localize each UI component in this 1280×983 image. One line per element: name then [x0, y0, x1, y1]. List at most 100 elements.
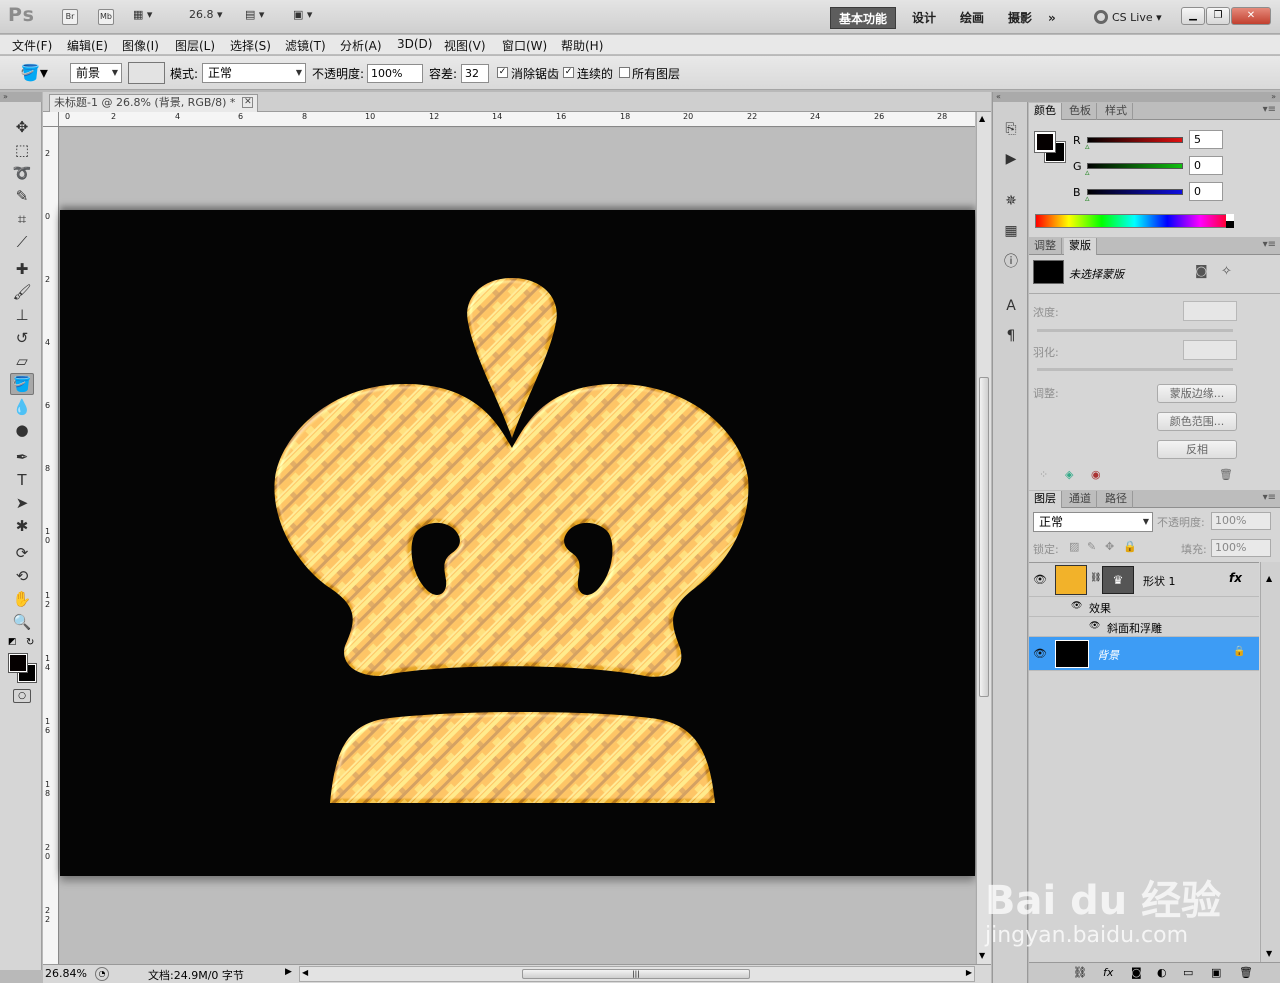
foreground-color-swatch[interactable]	[8, 653, 28, 673]
workspace-essentials[interactable]: 基本功能	[830, 7, 897, 29]
delete-mask-icon[interactable]: 🗑	[1219, 468, 1233, 481]
bevel-eye-icon[interactable]: 👁	[1089, 621, 1100, 631]
feather-input[interactable]	[1183, 340, 1237, 360]
visibility-eye-icon[interactable]: 👁	[1033, 647, 1047, 660]
horizontal-scrollbar[interactable]: ◀ ||| ▶	[299, 966, 975, 982]
horizontal-scroll-thumb[interactable]: |||	[522, 969, 750, 979]
histogram-panel-icon[interactable]: ▦	[1000, 220, 1022, 242]
invert-button[interactable]: 反相	[1157, 440, 1237, 459]
scroll-left-icon[interactable]: ◀	[302, 968, 308, 977]
green-slider-handle-icon[interactable]: ▵	[1085, 168, 1090, 178]
type-tool-icon[interactable]: T	[10, 469, 34, 491]
zoom-tool-icon[interactable]: 🔍	[10, 611, 34, 633]
quick-mask-icon[interactable]: ○	[13, 689, 31, 703]
vertical-scroll-thumb[interactable]	[979, 377, 989, 697]
shape-tool-icon[interactable]: ✱	[10, 515, 34, 537]
layer-fill-input[interactable]: 100%	[1211, 539, 1271, 557]
pattern-picker[interactable]	[128, 62, 165, 84]
workspace-painting[interactable]: 绘画	[952, 7, 992, 29]
workspace-photography[interactable]: 摄影	[1000, 7, 1040, 29]
pen-tool-icon[interactable]: ✒	[10, 446, 34, 468]
screen-mode-dropdown[interactable]: ▣ ▾	[293, 8, 312, 21]
eraser-tool-icon[interactable]: ▱	[10, 350, 34, 372]
layer-row-shape-1[interactable]: 👁 ⛓ ♛ 形状 1 fx	[1029, 563, 1259, 597]
layer-row-background[interactable]: 👁 背景 🔒	[1029, 637, 1259, 671]
masks-panel-menu-icon[interactable]: ▾≡	[1263, 239, 1276, 250]
canvas[interactable]	[60, 128, 975, 964]
tab-adjustments[interactable]: 调整	[1029, 238, 1062, 255]
color-panel-menu-icon[interactable]: ▾≡	[1263, 104, 1276, 115]
actions-panel-icon[interactable]: ▶	[1000, 148, 1022, 170]
vertical-scrollbar[interactable]: ▲ ▼	[976, 112, 991, 964]
add-mask-icon[interactable]: ◙	[1131, 966, 1142, 979]
healing-brush-tool-icon[interactable]: ✚	[10, 258, 34, 280]
3d-orbit-tool-icon[interactable]: ⟲	[10, 565, 34, 587]
menu-edit[interactable]: 编辑(E)	[67, 37, 108, 54]
load-selection-icon[interactable]: ⁘	[1039, 468, 1048, 481]
scroll-up-icon[interactable]: ▲	[979, 114, 985, 123]
menu-view[interactable]: 视图(V)	[444, 37, 486, 54]
workspace-design[interactable]: 设计	[904, 7, 944, 29]
tab-color[interactable]: 颜色	[1029, 103, 1062, 120]
layer-effects-fx-icon[interactable]: fx	[1229, 571, 1242, 585]
menu-select[interactable]: 选择(S)	[230, 37, 271, 54]
layers-panel-menu-icon[interactable]: ▾≡	[1263, 492, 1276, 503]
status-menu-arrow-icon[interactable]: ▶	[285, 967, 292, 977]
default-colors-icon[interactable]: ◩	[8, 637, 17, 647]
dock-collapse-icon[interactable]: «	[993, 92, 1029, 102]
view-extras-dropdown[interactable]: ▦ ▾	[133, 8, 152, 21]
spectrum-black-white-ramp[interactable]	[1226, 214, 1234, 228]
tolerance-input[interactable]: 32	[461, 64, 489, 83]
history-panel-icon[interactable]: ⎘	[1000, 118, 1022, 140]
menu-filter[interactable]: 滤镜(T)	[285, 37, 326, 54]
contiguous-checkbox[interactable]: ✓	[563, 67, 574, 78]
lock-position-icon[interactable]: ✥	[1105, 540, 1114, 553]
menu-window[interactable]: 窗口(W)	[502, 37, 547, 54]
mode-select[interactable]: 正常	[202, 63, 306, 83]
swap-colors-icon[interactable]: ↻	[26, 637, 34, 648]
document-close-icon[interactable]: ✕	[242, 97, 254, 108]
cs-live-dropdown[interactable]: CS Live ▾	[1112, 11, 1162, 24]
fill-source-select[interactable]: 前景	[70, 63, 122, 83]
feather-slider[interactable]	[1037, 368, 1233, 371]
apply-mask-icon[interactable]: ◈	[1065, 468, 1073, 481]
color-spectrum-bar[interactable]	[1035, 214, 1234, 228]
antialias-checkbox[interactable]: ✓	[497, 67, 508, 78]
blue-channel-slider[interactable]	[1087, 189, 1183, 195]
marquee-tool-icon[interactable]: ⬚	[10, 139, 34, 161]
tab-paths[interactable]: 路径	[1100, 491, 1133, 508]
navigator-panel-icon[interactable]: ✵	[1000, 190, 1022, 212]
density-input[interactable]	[1183, 301, 1237, 321]
zoom-percentage[interactable]: 26.84%	[45, 967, 87, 980]
tab-layers[interactable]: 图层	[1029, 491, 1062, 508]
history-brush-tool-icon[interactable]: ↺	[10, 327, 34, 349]
add-vector-mask-icon[interactable]: ✧	[1221, 264, 1232, 279]
menu-file[interactable]: 文件(F)	[12, 37, 52, 54]
menu-analysis[interactable]: 分析(A)	[340, 37, 382, 54]
menu-3d[interactable]: 3D(D)	[397, 37, 432, 51]
tab-styles[interactable]: 样式	[1100, 103, 1133, 120]
paragraph-panel-icon[interactable]: ¶	[1000, 325, 1022, 347]
red-slider-handle-icon[interactable]: ▵	[1085, 142, 1090, 152]
all-layers-checkbox[interactable]	[619, 67, 630, 78]
add-pixel-mask-icon[interactable]: ◙	[1195, 264, 1208, 279]
brush-tool-icon[interactable]: 🖌	[10, 281, 34, 303]
visibility-eye-icon[interactable]: 👁	[1033, 573, 1047, 586]
paint-bucket-tool-icon[interactable]: 🪣	[10, 373, 34, 395]
effects-eye-icon[interactable]: 👁	[1071, 601, 1082, 611]
path-selection-tool-icon[interactable]: ➤	[10, 492, 34, 514]
blur-tool-icon[interactable]: 💧	[10, 396, 34, 418]
new-group-icon[interactable]: ▭	[1183, 966, 1193, 979]
link-layers-icon[interactable]: ⛓	[1073, 966, 1087, 979]
disable-mask-icon[interactable]: ◉	[1091, 468, 1101, 481]
blue-channel-input[interactable]: 0	[1189, 182, 1223, 201]
layer-blend-mode-select[interactable]: 正常	[1033, 512, 1153, 532]
lock-transparency-icon[interactable]: ▨	[1069, 540, 1079, 553]
hand-tool-icon[interactable]: ✋	[10, 588, 34, 610]
opacity-input[interactable]: 100%	[367, 64, 423, 83]
blue-slider-handle-icon[interactable]: ▵	[1085, 194, 1090, 204]
delete-layer-icon[interactable]: 🗑	[1239, 966, 1253, 979]
bevel-emboss-row[interactable]: 👁 斜面和浮雕	[1029, 617, 1259, 637]
green-channel-slider[interactable]	[1087, 163, 1183, 169]
document-tab[interactable]: 未标题-1 @ 26.8% (背景, RGB/8) * ✕	[49, 94, 259, 112]
